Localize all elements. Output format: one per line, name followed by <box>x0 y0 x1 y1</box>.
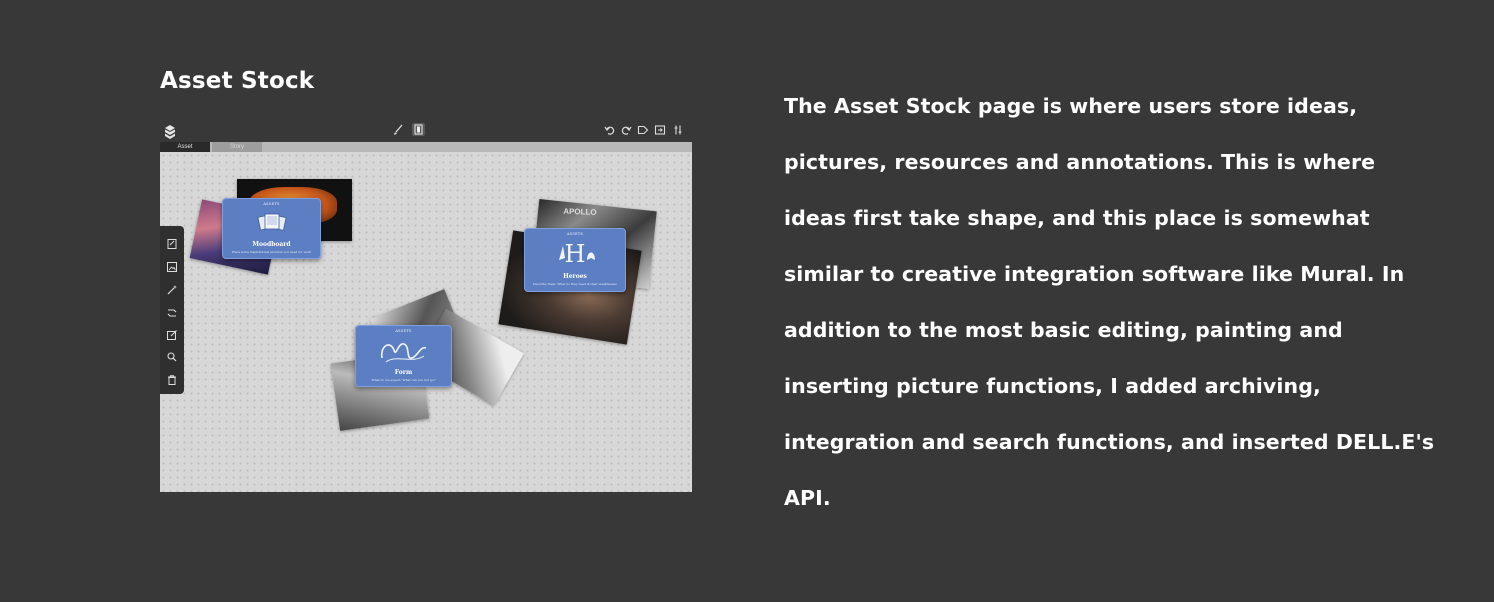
calligraphy-icon <box>380 343 427 363</box>
layers-icon[interactable] <box>412 123 425 136</box>
export-icon[interactable] <box>654 124 666 136</box>
section-title: Asset Stock <box>160 68 315 94</box>
brush-icon[interactable] <box>392 124 404 136</box>
card-tag: ASSETS <box>263 202 280 206</box>
tab-story[interactable]: Story <box>212 142 262 152</box>
card-description: Describe them: What do they need & their… <box>533 282 617 286</box>
search-icon[interactable] <box>166 348 178 362</box>
card-description: What do we expect: What can you not go? <box>371 378 436 382</box>
hero-emblem-icon: H <box>559 240 595 268</box>
image-icon[interactable] <box>166 258 178 272</box>
tab-bar: Asset Story <box>160 142 692 152</box>
tag-icon[interactable] <box>637 124 649 136</box>
card-title: Moodboard <box>252 241 291 248</box>
card-heroes[interactable]: ASSETS H Heroes Describe them: What do t… <box>524 228 626 292</box>
trash-icon[interactable] <box>166 371 178 385</box>
note-icon[interactable] <box>166 235 178 249</box>
link-icon[interactable] <box>166 304 178 317</box>
app-toolbar <box>160 118 692 142</box>
photos-icon <box>257 213 287 231</box>
tab-asset[interactable]: Asset <box>160 142 210 152</box>
card-tag: ASSETS <box>395 329 412 333</box>
redo-icon[interactable] <box>620 124 632 136</box>
description-paragraph: The Asset Stock page is where users stor… <box>784 94 1435 510</box>
logo-icon[interactable] <box>164 124 176 139</box>
card-description: Place some inspirational pictures you ne… <box>231 250 312 254</box>
magic-icon[interactable] <box>166 281 178 295</box>
settings-icon[interactable] <box>672 124 684 136</box>
asset-canvas[interactable]: ASSETS Moodboard Place some inspirationa… <box>160 152 692 492</box>
svg-text:H: H <box>565 240 586 268</box>
card-tag: ASSETS <box>566 232 584 236</box>
undo-icon[interactable] <box>604 124 616 136</box>
edit-icon[interactable] <box>166 326 178 340</box>
card-title: Heroes <box>563 273 587 280</box>
apollo-sign: APOLLO <box>563 206 597 217</box>
side-toolbar <box>160 226 184 394</box>
card-form[interactable]: ASSETS Form What do we expect: What can … <box>355 325 452 387</box>
card-moodboard[interactable]: ASSETS Moodboard Place some inspirationa… <box>222 198 321 259</box>
app-screenshot: Asset Story ASSETS Moodboard Place some … <box>160 118 692 492</box>
card-title: Form <box>394 369 413 376</box>
